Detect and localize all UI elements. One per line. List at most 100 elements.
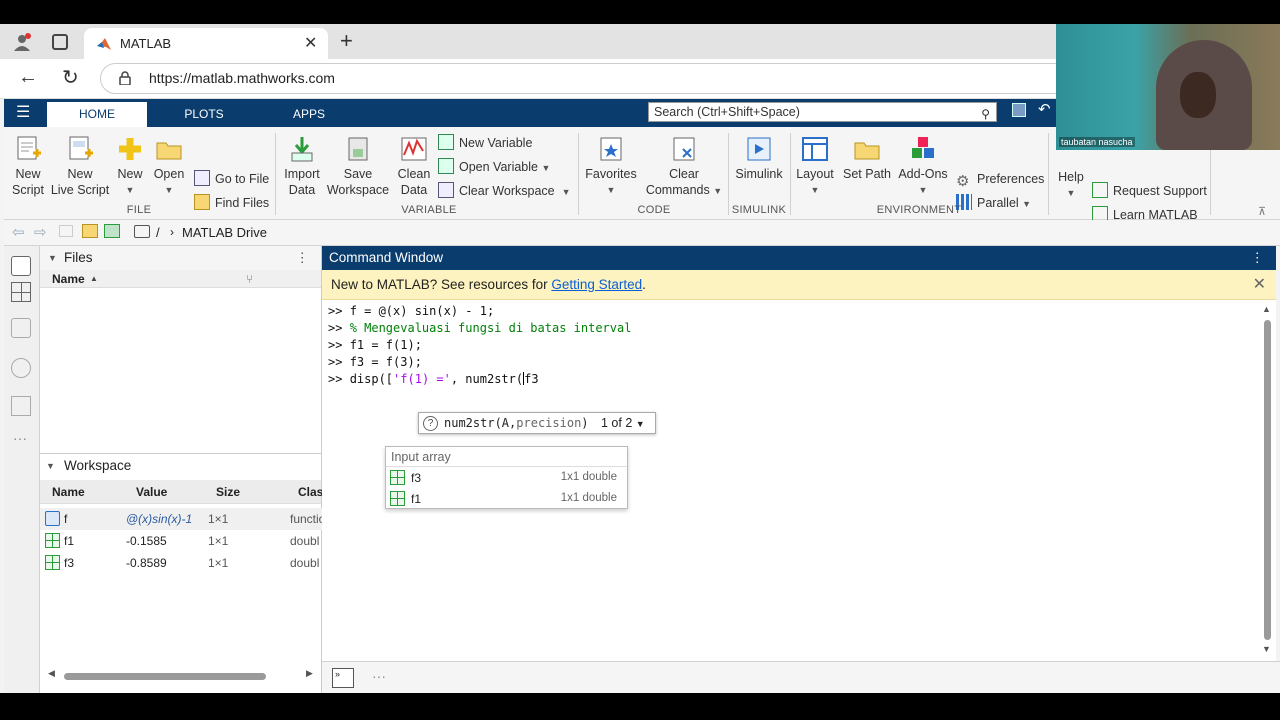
scrollbar-thumb[interactable] bbox=[64, 673, 266, 680]
workspace-title: Workspace bbox=[64, 458, 132, 473]
clear-workspace-dropdown-icon[interactable]: ▼ bbox=[562, 187, 571, 197]
tab-title: MATLAB bbox=[120, 36, 172, 51]
clear-commands-icon bbox=[673, 137, 695, 161]
vertical-scrollbar[interactable]: ▲ ▼ bbox=[1260, 304, 1274, 656]
open-variable-dropdown-icon[interactable]: ▼ bbox=[541, 163, 550, 173]
new-tab-icon[interactable]: + bbox=[340, 28, 353, 54]
new-button[interactable]: New ▼ bbox=[114, 135, 146, 198]
browse-folder-icon[interactable] bbox=[82, 224, 98, 238]
favorites-button[interactable]: Favorites ▼ bbox=[584, 135, 638, 198]
layout-button[interactable]: Layout ▼ bbox=[794, 135, 836, 198]
clear-workspace-icon bbox=[438, 182, 454, 198]
help-dropdown-icon[interactable]: ▼ bbox=[1054, 185, 1088, 201]
add-ons-dropdown-icon[interactable]: ▼ bbox=[896, 182, 950, 198]
new-dropdown-icon[interactable]: ▼ bbox=[114, 182, 146, 198]
ws-row-class: functio bbox=[290, 512, 326, 526]
scroll-left-icon[interactable]: ◀ bbox=[48, 668, 55, 679]
files-panel-icon[interactable] bbox=[11, 256, 31, 276]
open-button[interactable]: Open ▼ bbox=[152, 135, 186, 198]
files-panel: ▼ Files ⋮ Name ▲ ⑂ bbox=[40, 246, 322, 453]
command-window-menu-icon[interactable]: ⋮ bbox=[1251, 246, 1265, 270]
open-dropdown-icon[interactable]: ▼ bbox=[152, 182, 186, 198]
table-row[interactable]: f @(x)sin(x)-1 1×1 functio bbox=[40, 508, 326, 530]
command-window-toggle-icon[interactable]: » bbox=[332, 668, 354, 688]
tab-home[interactable]: HOME bbox=[47, 102, 147, 127]
prompt: >> bbox=[328, 355, 343, 369]
signature-close: ) bbox=[581, 416, 589, 430]
up-folder-icon[interactable] bbox=[59, 225, 73, 237]
files-menu-icon[interactable]: ⋮ bbox=[296, 246, 310, 270]
favorites-dropdown-icon[interactable]: ▼ bbox=[584, 182, 638, 198]
tab-actions-icon[interactable] bbox=[52, 34, 68, 50]
scroll-up-icon[interactable]: ▲ bbox=[1262, 304, 1271, 314]
layout-dropdown-icon[interactable]: ▼ bbox=[794, 182, 836, 198]
overload-selector[interactable]: 1 of 2 ▼ bbox=[601, 416, 645, 430]
history-icon[interactable] bbox=[11, 318, 31, 338]
browser-tab-matlab[interactable]: MATLAB ✕ bbox=[84, 28, 328, 59]
command-history-icon[interactable] bbox=[11, 358, 31, 378]
tab-plots[interactable]: PLOTS bbox=[154, 102, 254, 127]
ws-col-name[interactable]: Name bbox=[52, 480, 85, 504]
cloud-folder-icon[interactable] bbox=[104, 224, 120, 238]
table-row[interactable]: f1 -0.1585 1×1 doubl bbox=[40, 530, 322, 552]
completion-item[interactable]: f1 1x1 double bbox=[386, 488, 627, 509]
profile-icon[interactable] bbox=[13, 33, 31, 51]
getting-started-link[interactable]: Getting Started bbox=[551, 277, 642, 292]
undo-icon[interactable]: ↶ bbox=[1038, 100, 1051, 118]
new-variable-button[interactable]: New Variable bbox=[438, 133, 532, 153]
collapse-files-icon[interactable]: ▼ bbox=[48, 246, 57, 270]
scroll-right-icon[interactable]: ▶ bbox=[306, 668, 313, 679]
clear-commands-dropdown-icon[interactable]: ▼ bbox=[713, 186, 722, 196]
reload-icon[interactable]: ↻ bbox=[62, 65, 79, 90]
horizontal-scrollbar[interactable]: ◀ ▶ bbox=[48, 668, 316, 682]
import-data-button[interactable]: Import Data bbox=[282, 135, 322, 198]
hamburger-menu-icon[interactable]: ☰ bbox=[16, 102, 30, 122]
scrollbar-thumb[interactable] bbox=[1264, 320, 1271, 640]
more-icon[interactable]: ··· bbox=[372, 668, 386, 684]
workspace-panel-icon[interactable] bbox=[11, 282, 31, 302]
preferences-button[interactable]: ⚙ Preferences bbox=[956, 169, 1044, 190]
ws-col-value[interactable]: Value bbox=[136, 480, 167, 504]
add-ons-button[interactable]: Add-Ons ▼ bbox=[896, 135, 950, 198]
table-row[interactable]: f3 -0.8589 1×1 doubl bbox=[40, 552, 322, 574]
path-root[interactable]: / bbox=[156, 225, 160, 240]
help-icon[interactable]: ? bbox=[423, 416, 438, 431]
files-col-name[interactable]: Name bbox=[52, 270, 85, 288]
new-script-button[interactable]: New Script bbox=[8, 135, 48, 198]
ws-col-class[interactable]: Clas bbox=[298, 480, 323, 504]
tab-apps[interactable]: APPS bbox=[259, 102, 359, 127]
path-folder[interactable]: MATLAB Drive bbox=[182, 225, 267, 240]
request-support-button[interactable]: Request Support bbox=[1092, 181, 1207, 201]
search-field[interactable]: Search (Ctrl+Shift+Space) ⚲ bbox=[648, 102, 997, 122]
ws-row-name: f1 bbox=[64, 534, 75, 548]
clear-workspace-button[interactable]: Clear Workspace ▼ bbox=[438, 181, 571, 201]
scroll-down-icon[interactable]: ▼ bbox=[1262, 644, 1271, 654]
back-folder-icon[interactable]: ⇦ bbox=[12, 223, 25, 241]
command-line: >> f = @(x) sin(x) - 1; bbox=[328, 304, 494, 318]
new-live-script-button[interactable]: New Live Script bbox=[50, 135, 110, 198]
forward-folder-icon[interactable]: ⇨ bbox=[34, 223, 47, 241]
completion-item[interactable]: f3 1x1 double bbox=[386, 467, 627, 488]
url-field[interactable]: https://matlab.mathworks.com bbox=[100, 63, 1080, 94]
help-button[interactable]: Help ▼ bbox=[1054, 169, 1088, 201]
layout-label: Layout bbox=[796, 167, 834, 181]
ws-col-size[interactable]: Size bbox=[216, 480, 240, 504]
save-workspace-button[interactable]: Save Workspace bbox=[326, 135, 390, 198]
clean-data-button[interactable]: Clean Data bbox=[396, 135, 432, 198]
save-icon[interactable] bbox=[1012, 103, 1026, 117]
more-icon[interactable]: ··· bbox=[13, 430, 27, 446]
set-path-button[interactable]: Set Path bbox=[842, 135, 892, 182]
command-text: f3 = f(3); bbox=[349, 355, 422, 369]
clear-commands-button[interactable]: Clear Commands ▼ bbox=[644, 135, 724, 199]
collapse-workspace-icon[interactable]: ▼ bbox=[46, 454, 55, 478]
simulink-button[interactable]: Simulink bbox=[734, 135, 784, 182]
command-window[interactable]: Command Window ⋮ New to MATLAB? See reso… bbox=[322, 246, 1276, 661]
completion-type: 1x1 double bbox=[560, 471, 617, 483]
back-icon[interactable]: ← bbox=[18, 66, 38, 89]
close-banner-icon[interactable]: ✕ bbox=[1253, 270, 1266, 300]
add-ons-panel-icon[interactable] bbox=[11, 396, 31, 416]
open-variable-button[interactable]: Open Variable ▼ bbox=[438, 157, 550, 177]
current-command-line[interactable]: >> disp(['f(1) =', num2str(f3 bbox=[328, 372, 539, 386]
close-tab-icon[interactable]: ✕ bbox=[304, 33, 317, 53]
go-to-file-button[interactable]: Go to File bbox=[194, 169, 269, 189]
